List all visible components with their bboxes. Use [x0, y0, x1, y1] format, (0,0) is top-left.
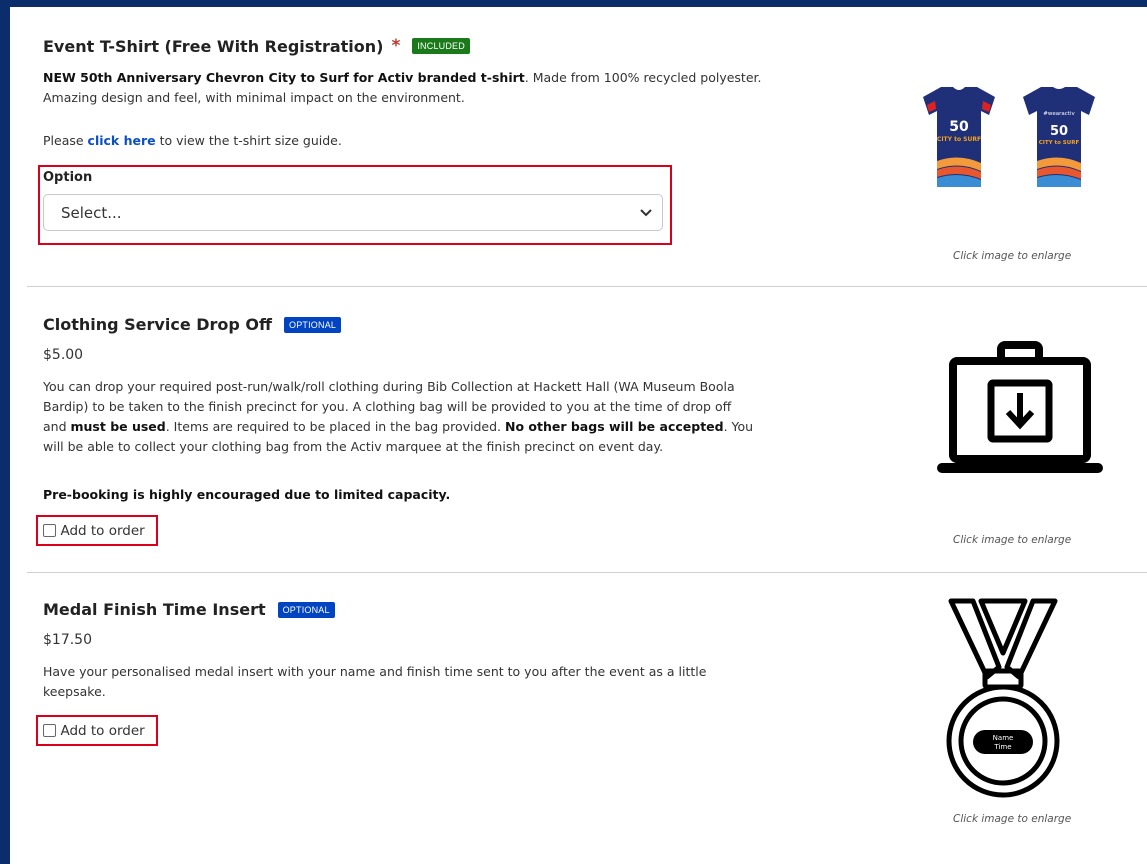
medal-insert-time: Time — [993, 743, 1011, 751]
clothing-description: You can drop your required post-run/walk… — [43, 377, 843, 457]
tshirt-desc-bold: NEW 50th Anniversary Chevron City to Sur… — [43, 70, 525, 85]
size-guide-link[interactable]: click here — [88, 133, 156, 148]
medal-icon[interactable]: Name Time — [943, 595, 1063, 805]
clothing-section: Clothing Service Drop Off OPTIONAL $5.00… — [27, 287, 1147, 573]
tshirt-graphic: 50 CITY to SURF #wearactiv 50 CITY to SU… — [923, 87, 1095, 187]
medal-title-row: Medal Finish Time Insert OPTIONAL — [43, 600, 335, 619]
medal-add-label: Add to order — [60, 723, 145, 739]
size-guide-prefix: Please — [43, 133, 88, 148]
clothing-desc-line2: Bardip) to be taken to the finish precin… — [43, 399, 732, 414]
included-badge: INCLUDED — [412, 38, 470, 54]
shirt-front-city: CITY to SURF — [937, 136, 981, 143]
tshirt-image-caption: Click image to enlarge — [953, 250, 1072, 262]
clothing-desc-no-other-bags: No other bags will be accepted — [505, 419, 724, 434]
clothing-image-caption: Click image to enlarge — [953, 534, 1072, 546]
select-value: Select... — [61, 204, 122, 222]
clothing-price: $5.00 — [43, 347, 84, 363]
tshirt-section: Event T-Shirt (Free With Registration) *… — [27, 7, 1147, 287]
tshirt-image[interactable]: 50 CITY to SURF #wearactiv 50 CITY to SU… — [913, 75, 1103, 205]
shirt-back-city: CITY to SURF — [1039, 140, 1080, 146]
tshirt-size-select[interactable]: Select... — [43, 194, 663, 231]
tshirt-description: NEW 50th Anniversary Chevron City to Sur… — [43, 68, 843, 108]
size-guide-text: Please click here to view the t-shirt si… — [43, 131, 342, 151]
medal-price: $17.50 — [43, 632, 92, 648]
medal-insert-name: Name — [993, 734, 1014, 742]
clothing-title: Clothing Service Drop Off — [43, 315, 272, 334]
option-label: Option — [43, 170, 93, 185]
clothing-desc-line3c: . Items are required to be placed in the… — [165, 419, 505, 434]
laptop-download-icon[interactable] — [937, 339, 1117, 484]
tshirt-title: Event T-Shirt (Free With Registration) — [43, 36, 384, 56]
optional-badge: OPTIONAL — [277, 601, 335, 618]
medal-description: Have your personalised medal insert with… — [43, 662, 843, 702]
shirt-back-hashtag: #wearactiv — [1043, 111, 1075, 117]
clothing-desc-line1: You can drop your required post-run/walk… — [43, 379, 735, 394]
chevron-down-icon — [640, 209, 652, 217]
shirt-front-50: 50 — [949, 119, 969, 135]
clothing-desc-must-be-used: must be used — [70, 419, 166, 434]
size-guide-suffix: to view the t-shirt size guide. — [155, 133, 342, 148]
clothing-add-label: Add to order — [60, 523, 145, 539]
medal-desc-line2: keepsake. — [43, 684, 106, 699]
clothing-desc-line3a: and — [43, 419, 71, 434]
clothing-title-row: Clothing Service Drop Off OPTIONAL — [43, 315, 342, 334]
tshirt-title-row: Event T-Shirt (Free With Registration) *… — [43, 36, 470, 56]
tshirt-desc-rest: . Made from 100% recycled polyester. — [524, 70, 762, 85]
medal-desc-line1: Have your personalised medal insert with… — [43, 664, 707, 679]
tshirt-desc-line2: Amazing design and feel, with minimal im… — [43, 90, 465, 105]
medal-image-caption: Click image to enlarge — [953, 813, 1072, 825]
optional-badge: OPTIONAL — [284, 316, 342, 333]
medal-section: Medal Finish Time Insert OPTIONAL $17.50… — [27, 573, 1147, 863]
required-mark: * — [391, 36, 401, 56]
clothing-desc-line3e: . You — [723, 419, 754, 434]
medal-add-checkbox[interactable] — [43, 724, 56, 738]
shirt-back-50: 50 — [1050, 124, 1068, 139]
clothing-add-to-order[interactable]: Add to order — [43, 522, 145, 540]
medal-title: Medal Finish Time Insert — [43, 600, 266, 619]
clothing-desc-line4: will be able to collect your clothing ba… — [43, 439, 664, 454]
clothing-add-checkbox[interactable] — [43, 524, 56, 538]
medal-add-to-order[interactable]: Add to order — [43, 722, 145, 740]
clothing-note: Pre-booking is highly encouraged due to … — [43, 487, 451, 502]
